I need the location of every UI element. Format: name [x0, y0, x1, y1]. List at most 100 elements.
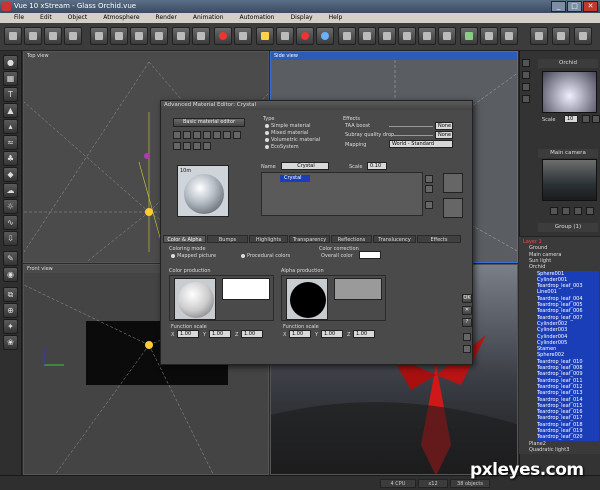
ok-button[interactable]: OK: [462, 294, 472, 303]
alpha-scale-z[interactable]: 1.00: [353, 330, 375, 338]
plant-tool-icon[interactable]: ♣: [3, 151, 18, 166]
paste-icon[interactable]: [130, 27, 148, 45]
close-button[interactable]: ✕: [583, 1, 598, 12]
mapping-select[interactable]: World - Standard: [389, 140, 453, 148]
rotate-icon[interactable]: [378, 27, 396, 45]
rock-tool-icon[interactable]: ◆: [3, 167, 18, 182]
lock-icon[interactable]: [522, 95, 530, 103]
sun-light-icon[interactable]: [256, 27, 274, 45]
water-tool-icon[interactable]: ≈: [3, 135, 18, 150]
sphere-tool-icon[interactable]: ●: [3, 55, 18, 70]
curve-tool-icon[interactable]: ∿: [3, 215, 18, 230]
filter-icon[interactable]: [203, 142, 211, 150]
brush-icon[interactable]: [173, 142, 181, 150]
new-file-icon[interactable]: [4, 27, 22, 45]
layer-item-crystal[interactable]: Crystal: [280, 175, 310, 182]
procedural-colors-radio[interactable]: Procedural colors: [241, 253, 290, 259]
render-icon[interactable]: [214, 27, 232, 45]
function-icon[interactable]: [193, 142, 201, 150]
alpha-function-preview[interactable]: [286, 278, 328, 320]
help-button[interactable]: ?: [462, 318, 472, 327]
menu-render[interactable]: Render: [156, 13, 177, 23]
sphere-icon[interactable]: [316, 27, 334, 45]
camera-zoom-icon[interactable]: [574, 207, 582, 215]
subray-slider[interactable]: [389, 135, 433, 136]
camera-move-icon[interactable]: [550, 207, 558, 215]
alpha-map-swatch[interactable]: [334, 278, 382, 300]
metablob-tool-icon[interactable]: ◉: [3, 267, 18, 282]
color-scale-x[interactable]: 1.00: [177, 330, 199, 338]
type-ecosystem[interactable]: EcoSystem: [265, 144, 299, 150]
tab-effects[interactable]: Effects: [417, 235, 461, 243]
overall-color-swatch[interactable]: [359, 251, 381, 259]
maximize-button[interactable]: □: [567, 1, 582, 12]
redo-icon[interactable]: [192, 27, 210, 45]
print-icon[interactable]: [64, 27, 82, 45]
type-simple[interactable]: Simple material: [265, 123, 311, 129]
cancel-button[interactable]: ✕: [462, 306, 472, 315]
plane-tool-icon[interactable]: ▦: [3, 71, 18, 86]
camera-settings-icon[interactable]: [586, 207, 594, 215]
color-scale-z[interactable]: 1.00: [241, 330, 263, 338]
tab-color-alpha[interactable]: Color & Alpha: [163, 235, 206, 243]
subray-value[interactable]: None: [435, 131, 453, 139]
eye-icon[interactable]: [522, 83, 530, 91]
load-icon[interactable]: [173, 131, 181, 139]
light-tool-icon[interactable]: ☼: [3, 199, 18, 214]
menu-object[interactable]: Object: [68, 13, 88, 23]
menu-file[interactable]: File: [14, 13, 24, 23]
material-preview[interactable]: 10m: [177, 165, 229, 217]
link-icon[interactable]: [530, 27, 548, 45]
save-material-icon[interactable]: [183, 131, 191, 139]
layer-icon[interactable]: [183, 142, 191, 150]
menu-atmosphere[interactable]: Atmosphere: [103, 13, 139, 23]
info-icon[interactable]: [233, 131, 241, 139]
tab-transparency[interactable]: Transparency: [289, 235, 330, 243]
mapped-picture-radio[interactable]: Mapped picture: [171, 253, 216, 259]
material-preview-thumbnail[interactable]: [542, 71, 597, 113]
hypertexture-tool-icon[interactable]: ✦: [3, 319, 18, 334]
color-map-swatch[interactable]: [222, 278, 270, 300]
grid-icon[interactable]: [552, 27, 570, 45]
copy-icon[interactable]: [110, 27, 128, 45]
import-tool-icon[interactable]: ⇩: [3, 231, 18, 246]
layer-color-swatch[interactable]: [443, 173, 463, 193]
color-scale-y[interactable]: 1.00: [209, 330, 231, 338]
edit-material-icon[interactable]: [582, 115, 590, 123]
name-field[interactable]: Crystal: [281, 162, 329, 170]
alpha-scale-x[interactable]: 1.00: [289, 330, 311, 338]
menu-help[interactable]: Help: [329, 13, 343, 23]
pan-icon[interactable]: [438, 27, 456, 45]
cut-icon[interactable]: [90, 27, 108, 45]
atmosphere-icon[interactable]: [338, 27, 356, 45]
tab-bumps[interactable]: Bumps: [207, 235, 248, 243]
terrain-tool-icon[interactable]: ▲: [3, 103, 18, 118]
arrow-icon[interactable]: [522, 59, 530, 67]
type-mixed[interactable]: Mixed material: [265, 130, 308, 136]
paste-material-icon[interactable]: [203, 131, 211, 139]
boolean-tool-icon[interactable]: ⊕: [3, 303, 18, 318]
layer-delete-icon[interactable]: [425, 201, 433, 209]
tab-highlights[interactable]: Highlights: [249, 235, 288, 243]
material-scale-field[interactable]: 0.10: [367, 162, 387, 170]
save-icon[interactable]: [44, 27, 62, 45]
camera-rotate-icon[interactable]: [562, 207, 570, 215]
display-icon[interactable]: [480, 27, 498, 45]
menu-automation[interactable]: Automation: [240, 13, 275, 23]
tab-translucency[interactable]: Translucency: [373, 235, 416, 243]
open-file-icon[interactable]: [24, 27, 42, 45]
mountain-tool-icon[interactable]: ▴: [3, 119, 18, 134]
taa-value[interactable]: None: [435, 122, 453, 130]
tree-item[interactable]: Quadratic light3: [529, 447, 599, 454]
layout-icon[interactable]: [574, 27, 592, 45]
alpha-scale-y[interactable]: 1.00: [321, 330, 343, 338]
material-icon[interactable]: [296, 27, 314, 45]
undo-icon[interactable]: [172, 27, 190, 45]
zoom-out-icon[interactable]: [418, 27, 436, 45]
material-ball-icon[interactable]: [522, 71, 530, 79]
taa-slider[interactable]: [389, 126, 433, 127]
copy-material-icon[interactable]: [193, 131, 201, 139]
cloud-tool-icon[interactable]: ☁: [3, 183, 18, 198]
delete-icon[interactable]: [150, 27, 168, 45]
dialog-save-icon[interactable]: [463, 333, 471, 341]
